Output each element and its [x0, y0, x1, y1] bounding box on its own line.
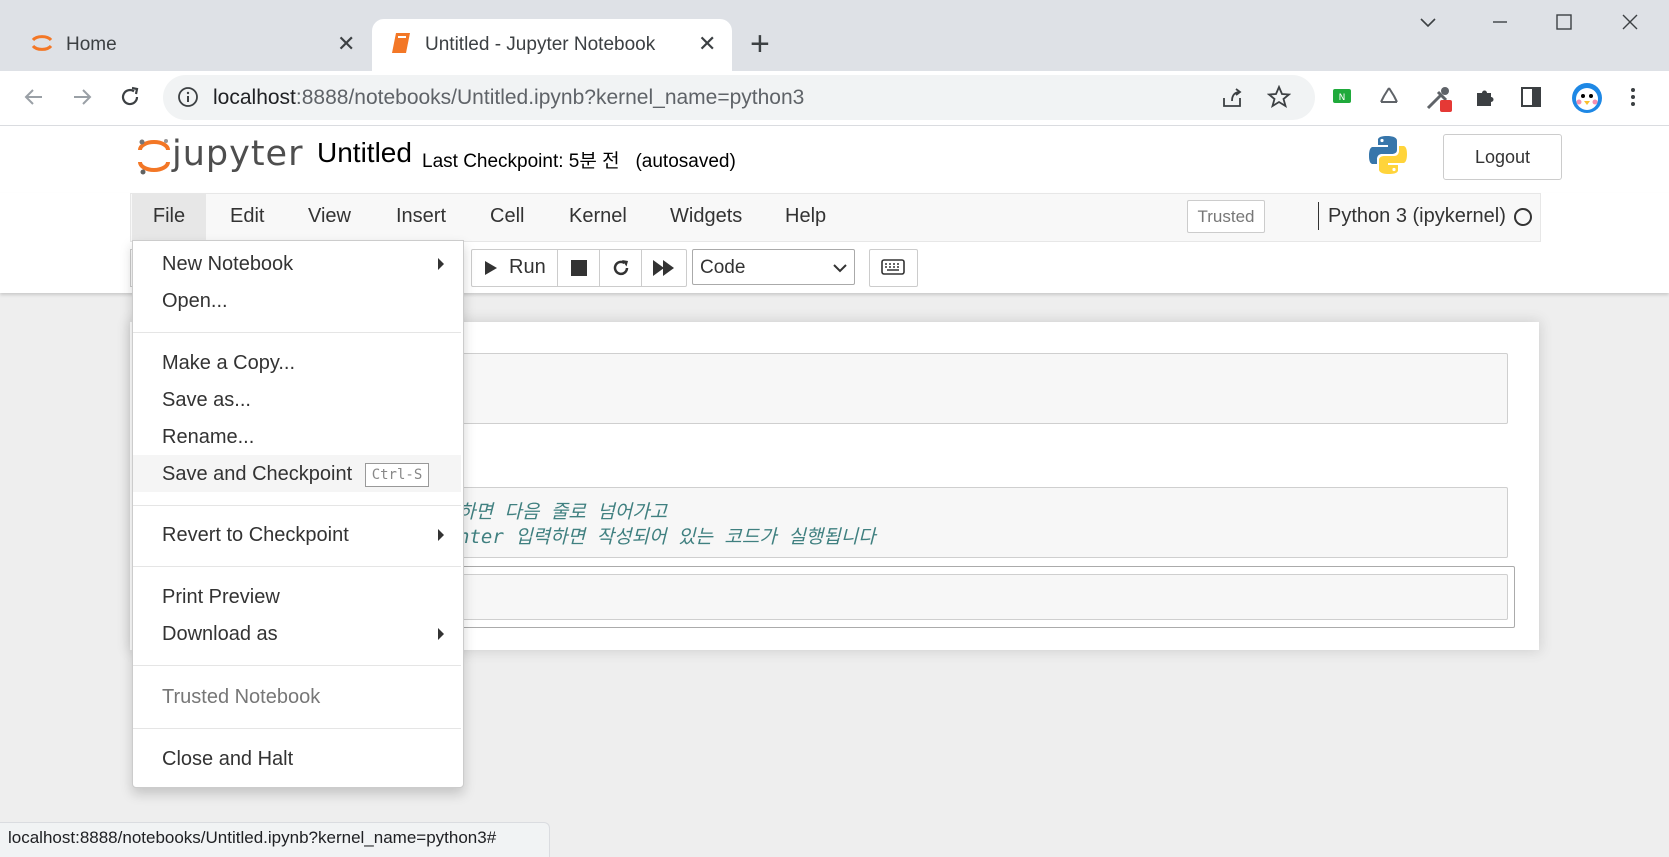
- menu-divider: [133, 505, 461, 506]
- maximize-icon[interactable]: [1554, 12, 1574, 32]
- share-icon[interactable]: [1220, 86, 1244, 110]
- site-info-icon[interactable]: [177, 86, 199, 108]
- menu-item-new-notebook[interactable]: New Notebook: [162, 253, 293, 276]
- menu-item-save-checkpoint[interactable]: Save and Checkpoint: [162, 463, 352, 486]
- chevron-down-icon: [833, 264, 847, 273]
- restart-button[interactable]: [599, 249, 642, 287]
- extension-green-icon[interactable]: N: [1332, 88, 1352, 106]
- menu-item-save-as[interactable]: Save as...: [162, 389, 251, 412]
- menu-cell[interactable]: Cell: [490, 193, 524, 240]
- menu-widgets[interactable]: Widgets: [670, 193, 742, 240]
- browser-menu-icon[interactable]: [1627, 85, 1639, 109]
- menu-edit[interactable]: Edit: [230, 193, 264, 240]
- menu-kernel[interactable]: Kernel: [569, 193, 627, 240]
- submenu-arrow-icon: [438, 628, 444, 640]
- extension-eyedropper-icon[interactable]: [1424, 84, 1454, 114]
- kernel-separator: [1318, 202, 1319, 230]
- submenu-arrow-icon: [438, 258, 444, 270]
- restart-run-all-button[interactable]: [641, 249, 687, 287]
- menu-divider: [133, 728, 461, 729]
- save-shortcut-badge: Ctrl-S: [365, 463, 429, 487]
- menu-file[interactable]: File: [132, 193, 206, 240]
- minimize-icon[interactable]: [1490, 12, 1510, 32]
- link-status-url: localhost:8888/notebooks/Untitled.ipynb?…: [8, 828, 497, 847]
- jupyter-favicon-icon: [30, 31, 54, 55]
- bookmark-star-icon[interactable]: [1267, 85, 1291, 109]
- url-path: :8888/notebooks/Untitled.ipynb?kernel_na…: [295, 86, 805, 109]
- menu-item-print-preview[interactable]: Print Preview: [162, 586, 280, 609]
- menu-view[interactable]: View: [308, 193, 351, 240]
- url-text: localhost:8888/notebooks/Untitled.ipynb?…: [213, 86, 804, 110]
- side-panel-icon[interactable]: [1520, 86, 1542, 108]
- menu-item-trusted-notebook: Trusted Notebook: [162, 686, 321, 708]
- menu-divider: [133, 665, 461, 666]
- fast-forward-icon: [653, 260, 674, 276]
- menu-item-download-as[interactable]: Download as: [162, 623, 278, 646]
- run-button[interactable]: Run: [471, 249, 558, 287]
- logout-button[interactable]: Logout: [1443, 134, 1562, 180]
- tab-home-close-icon[interactable]: ✕: [337, 31, 355, 57]
- jupyter-logo-text[interactable]: jupyter: [172, 134, 303, 174]
- url-host: localhost: [213, 86, 296, 109]
- autosaved-label: (autosaved): [635, 151, 736, 172]
- menu-insert[interactable]: Insert: [396, 193, 446, 240]
- play-icon: [485, 261, 497, 275]
- keyboard-icon: [881, 259, 905, 275]
- cell-type-select[interactable]: Code: [692, 249, 855, 285]
- checkpoint-time: Last Checkpoint: 5분 전: [422, 151, 620, 172]
- extensions-puzzle-icon[interactable]: [1473, 85, 1497, 109]
- command-palette-button[interactable]: [869, 249, 918, 287]
- menu-divider: [133, 332, 461, 333]
- tab-home-title: Home: [66, 34, 117, 55]
- svg-text:N: N: [1339, 93, 1346, 103]
- forward-icon[interactable]: [70, 85, 94, 109]
- tab-untitled-close-icon[interactable]: ✕: [698, 31, 716, 57]
- back-icon[interactable]: [22, 85, 46, 109]
- notebook-name[interactable]: Untitled: [317, 137, 412, 169]
- python-logo-icon: [1367, 134, 1409, 176]
- code-comment-line-2: nter 입력하면 작성되어 있는 코드가 실행됩니다: [458, 526, 876, 548]
- tab-search-chevron-icon[interactable]: [1418, 12, 1438, 32]
- close-window-icon[interactable]: [1620, 12, 1640, 32]
- menu-item-rename[interactable]: Rename...: [162, 426, 254, 449]
- menu-divider: [133, 566, 461, 567]
- checkpoint-status: Last Checkpoint: 5분 전 (autosaved): [422, 146, 736, 173]
- cell-type-value: Code: [700, 257, 746, 278]
- menu-help[interactable]: Help: [785, 193, 826, 240]
- trusted-indicator[interactable]: Trusted: [1187, 200, 1265, 233]
- kernel-name[interactable]: Python 3 (ipykernel): [1328, 205, 1506, 228]
- menu-item-close-halt[interactable]: Close and Halt: [162, 748, 293, 771]
- extension-recycle-icon[interactable]: [1377, 85, 1401, 109]
- kernel-idle-indicator-icon: [1514, 208, 1532, 226]
- notebook-favicon-icon: [390, 31, 412, 55]
- stop-icon: [571, 260, 587, 276]
- interrupt-button[interactable]: [557, 249, 600, 287]
- tab-untitled-title: Untitled - Jupyter Notebook: [425, 34, 656, 55]
- tab-home[interactable]: [10, 19, 366, 71]
- menu-item-make-copy[interactable]: Make a Copy...: [162, 352, 295, 375]
- run-label: Run: [509, 256, 546, 278]
- restart-icon: [613, 260, 629, 276]
- new-tab-icon[interactable]: +: [750, 26, 770, 62]
- submenu-arrow-icon: [438, 529, 444, 541]
- jupyter-logo-icon[interactable]: [136, 134, 172, 178]
- menu-item-revert-checkpoint[interactable]: Revert to Checkpoint: [162, 524, 349, 547]
- menu-item-open[interactable]: Open...: [162, 290, 228, 313]
- reload-icon[interactable]: [118, 85, 142, 109]
- code-comment-line-1: 하면 다음 줄로 넘어가고: [458, 501, 668, 523]
- profile-avatar[interactable]: [1571, 82, 1603, 114]
